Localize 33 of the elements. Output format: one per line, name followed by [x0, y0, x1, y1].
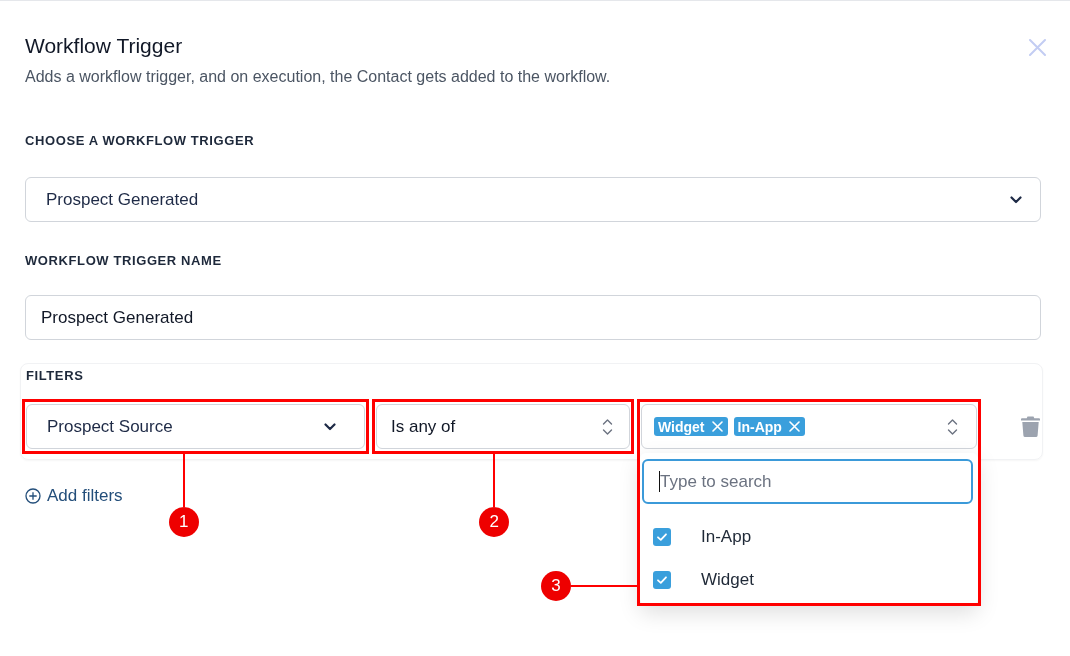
- callout-line: [182, 454, 185, 507]
- close-icon[interactable]: [1029, 39, 1046, 56]
- trigger-name-input[interactable]: Prospect Generated: [25, 295, 1041, 340]
- chevron-up-down-icon: [947, 417, 958, 436]
- text-cursor-icon: [659, 471, 660, 492]
- checkbox[interactable]: [653, 527, 671, 546]
- remove-icon[interactable]: [788, 421, 800, 432]
- callout-marker: 2: [479, 507, 510, 537]
- trash-icon[interactable]: [1021, 416, 1040, 437]
- checkbox[interactable]: [653, 570, 671, 589]
- remove-icon[interactable]: [711, 421, 723, 432]
- field-label: CHOOSE A WORKFLOW TRIGGER: [25, 133, 256, 149]
- option-label: Widget: [701, 569, 754, 590]
- add-filters-button[interactable]: Add filters: [25, 486, 123, 506]
- option-label: In-App: [701, 526, 752, 547]
- plus-circle-icon: [25, 488, 41, 504]
- callout-line: [571, 585, 637, 587]
- operator-select[interactable]: Is any of: [376, 404, 630, 449]
- trigger-select[interactable]: Prospect Generated: [25, 177, 1041, 222]
- callout-marker: 3: [541, 571, 571, 601]
- dialog-description: Adds a workflow trigger, and on execution, the Contact gets added to the workflow.: [25, 67, 611, 87]
- chevron-down-icon: [1010, 195, 1022, 204]
- callout-line: [493, 454, 496, 507]
- field-select[interactable]: Prospect Source: [26, 404, 365, 449]
- field-label: WORKFLOW TRIGGER NAME: [25, 253, 223, 269]
- search-field[interactable]: Type to search: [642, 459, 973, 504]
- dialog-title: Workflow Trigger: [25, 33, 184, 59]
- callout-marker: 1: [168, 507, 199, 537]
- chevron-up-down-icon: [602, 417, 613, 436]
- field-label: FILTERS: [26, 368, 85, 384]
- tag-label: In-App: [737, 418, 782, 435]
- tag-label: Widget: [658, 418, 705, 435]
- chevron-down-icon: [324, 422, 336, 431]
